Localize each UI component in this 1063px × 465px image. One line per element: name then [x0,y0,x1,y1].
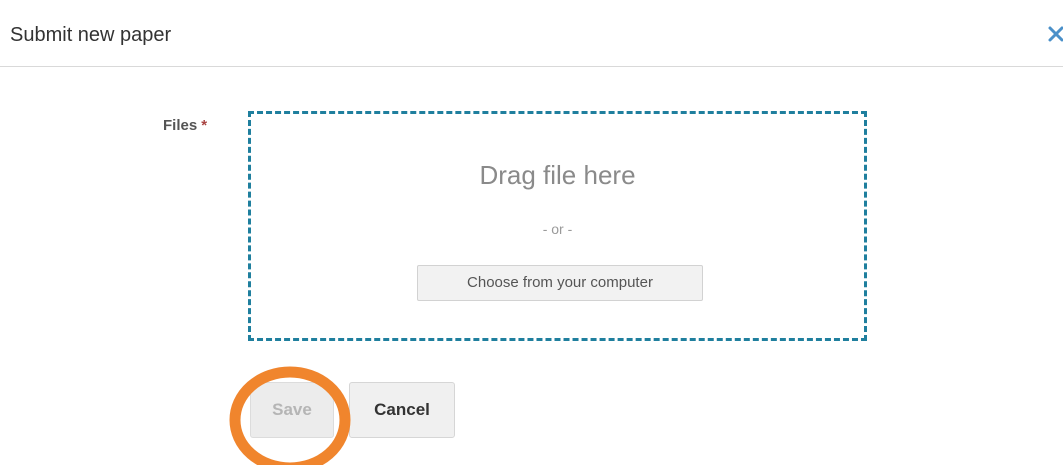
modal-header: Submit new paper [0,0,1063,67]
files-label-text: Files [163,117,198,134]
cancel-button[interactable]: Cancel [349,382,455,438]
choose-file-button[interactable]: Choose from your computer [417,265,703,301]
file-dropzone[interactable]: Drag file here - or - Choose from your c… [248,111,867,341]
submit-paper-modal: Submit new paper Files * Drag file here -… [0,0,1063,465]
or-separator: - or - [542,221,573,237]
required-asterisk: * [201,117,208,134]
files-field-label: Files * [163,117,207,135]
close-icon[interactable] [1046,24,1063,44]
drag-file-text: Drag file here [479,160,636,190]
modal-title: Submit new paper [10,24,172,46]
save-button[interactable]: Save [250,382,334,438]
